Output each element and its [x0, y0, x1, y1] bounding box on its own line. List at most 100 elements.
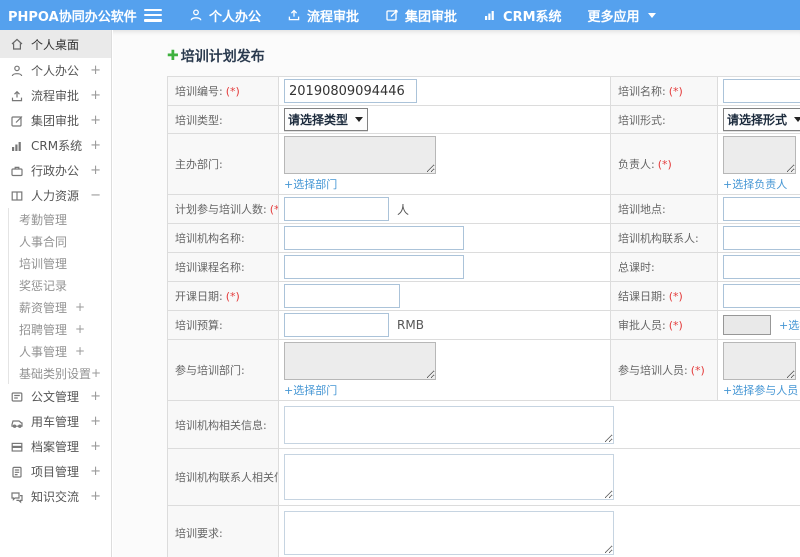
main-content: ✚ 培训计划发布 培训编号:(*) 培训名称:(*) 培训类型: 请选择类型 培…	[113, 30, 800, 557]
chart-icon	[10, 139, 24, 153]
select-dept-link[interactable]: +选择部门	[284, 176, 605, 192]
training-plan-form: 培训编号:(*) 培训名称:(*) 培训类型: 请选择类型 培训形式: 请选择形…	[167, 76, 800, 557]
expand-plus-icon[interactable]: +	[90, 163, 101, 178]
nav-more-apps[interactable]: 更多应用	[588, 6, 656, 25]
sidebar-subitem-personnel[interactable]: 人事管理 +	[9, 340, 111, 362]
sidebar-item-personal-office[interactable]: 个人办公 +	[0, 58, 111, 83]
field-label: 培训编号: (*)	[167, 76, 279, 106]
select-people-link[interactable]: +选择参与人员	[723, 382, 800, 398]
expand-plus-icon[interactable]: +	[90, 389, 101, 404]
host-dept-textarea[interactable]	[284, 136, 436, 174]
caret-down-icon	[647, 12, 656, 18]
expand-plus-icon[interactable]: +	[75, 300, 85, 314]
required-mark: (*)	[269, 203, 278, 216]
sidebar-subitem-rewards[interactable]: 奖惩记录	[9, 274, 111, 296]
sidebar-subitem-training[interactable]: 培训管理	[9, 252, 111, 274]
required-mark: (*)	[668, 290, 683, 303]
planned-count-input[interactable]	[284, 197, 389, 221]
select-dept-link[interactable]: +选择部门	[284, 382, 605, 398]
expand-plus-icon[interactable]: +	[90, 138, 101, 153]
field-label: 审批人员: (*)	[610, 310, 718, 340]
join-people-textarea[interactable]	[723, 342, 796, 380]
sidebar-item-crm-system[interactable]: CRM系统 +	[0, 133, 111, 158]
currency-label: RMB	[397, 318, 424, 332]
org-contact-info-textarea[interactable]	[284, 454, 614, 500]
briefcase-icon	[10, 164, 24, 178]
sidebar-item-personal-desktop[interactable]: 个人桌面	[0, 30, 111, 58]
collapse-minus-icon[interactable]: −	[90, 188, 101, 203]
sidebar-subitem-salary[interactable]: 薪资管理 +	[9, 296, 111, 318]
expand-plus-icon[interactable]: +	[90, 439, 101, 454]
training-no-input[interactable]	[284, 79, 417, 103]
home-icon	[10, 37, 24, 51]
select-approver-link[interactable]: +选择审批人员	[779, 317, 800, 333]
training-name-input[interactable]	[723, 79, 800, 103]
expand-plus-icon[interactable]: +	[91, 366, 101, 380]
field-label: 培训预算:	[167, 310, 279, 340]
sidebar-item-official-docs[interactable]: 公文管理 +	[0, 384, 111, 409]
hamburger-menu-icon[interactable]	[144, 8, 162, 22]
field-label: 培训类型:	[167, 105, 279, 134]
hr-submenu: 考勤管理 人事合同 培训管理 奖惩记录 薪资管理 + 招聘管理 + 人事管理 + 基础…	[8, 208, 111, 384]
table-row: 参与培训部门: +选择部门 参与培训人员: (*) +选择参与人员	[167, 339, 800, 401]
field-label: 开课日期: (*)	[167, 281, 279, 311]
clipboard-icon	[10, 465, 24, 479]
unit-label: 人	[397, 202, 410, 217]
training-form-select[interactable]: 请选择形式	[723, 108, 800, 131]
nav-workflow-approval[interactable]: 流程审批	[287, 6, 359, 25]
expand-plus-icon[interactable]: +	[90, 63, 101, 78]
expand-plus-icon[interactable]: +	[90, 464, 101, 479]
sidebar-item-group-approval[interactable]: 集团审批 +	[0, 108, 111, 133]
sidebar-subitem-hr-contract[interactable]: 人事合同	[9, 230, 111, 252]
table-row: 培训预算: RMB 审批人员:(*) +选择审批人员	[167, 310, 800, 340]
expand-plus-icon[interactable]: +	[90, 414, 101, 429]
expand-plus-icon[interactable]: +	[90, 489, 101, 504]
org-info-textarea[interactable]	[284, 405, 614, 444]
required-mark: (*)	[657, 158, 672, 171]
upload-icon	[10, 89, 24, 103]
location-input[interactable]	[723, 197, 800, 221]
start-date-input[interactable]	[284, 284, 400, 308]
select-leader-link[interactable]: +选择负责人	[723, 176, 800, 192]
table-row: 培训机构相关信息:	[167, 400, 800, 449]
total-hours-input[interactable]	[723, 255, 800, 279]
sidebar-item-human-resources[interactable]: 人力资源 −	[0, 183, 111, 208]
field-label: 培训机构联系人相关信息:	[167, 448, 279, 506]
field-label: 参与培训人员: (*)	[610, 339, 718, 401]
field-label: 培训要求:	[167, 505, 279, 557]
expand-plus-icon[interactable]: +	[75, 322, 85, 336]
sidebar-item-knowledge[interactable]: 知识交流 +	[0, 484, 111, 509]
table-row: 开课日期: (*) 结课日期: (*)	[167, 281, 800, 311]
requirement-textarea[interactable]	[284, 510, 614, 555]
sidebar-item-admin-office[interactable]: 行政办公 +	[0, 158, 111, 183]
sidebar-subitem-attendance[interactable]: 考勤管理	[9, 208, 111, 230]
table-row: 主办部门: +选择部门 负责人: (*) +选择负责人	[167, 133, 800, 195]
expand-plus-icon[interactable]: +	[90, 113, 101, 128]
leader-textarea[interactable]	[723, 136, 796, 174]
upload-icon	[287, 8, 301, 22]
org-name-input[interactable]	[284, 226, 464, 250]
training-type-select[interactable]: 请选择类型	[284, 108, 369, 131]
field-label: 培训机构联系人:	[610, 223, 718, 253]
course-name-input[interactable]	[284, 255, 464, 279]
nav-group-approval[interactable]: 集团审批	[385, 6, 457, 25]
archive-icon	[10, 440, 24, 454]
budget-input[interactable]	[284, 313, 389, 337]
approver-input[interactable]	[723, 315, 771, 335]
sidebar-item-vehicle[interactable]: 用车管理 +	[0, 409, 111, 434]
expand-plus-icon[interactable]: +	[75, 344, 85, 358]
table-row: 培训机构名称: 培训机构联系人:	[167, 223, 800, 253]
sidebar-item-workflow-approval[interactable]: 流程审批 +	[0, 83, 111, 108]
sidebar-item-projects[interactable]: 项目管理 +	[0, 459, 111, 484]
join-dept-textarea[interactable]	[284, 342, 436, 380]
nav-personal-office[interactable]: 个人办公	[189, 6, 261, 25]
sidebar-subitem-base-category[interactable]: 基础类别设置 +	[9, 362, 111, 384]
field-label: 参与培训部门:	[167, 339, 279, 401]
expand-plus-icon[interactable]: +	[90, 88, 101, 103]
org-contact-input[interactable]	[723, 226, 800, 250]
nav-crm-system[interactable]: CRM系统	[483, 6, 562, 25]
sidebar-item-archives[interactable]: 档案管理 +	[0, 434, 111, 459]
sidebar-subitem-recruit[interactable]: 招聘管理 +	[9, 318, 111, 340]
end-date-input[interactable]	[723, 284, 800, 308]
field-label: 培训课程名称:	[167, 252, 279, 282]
